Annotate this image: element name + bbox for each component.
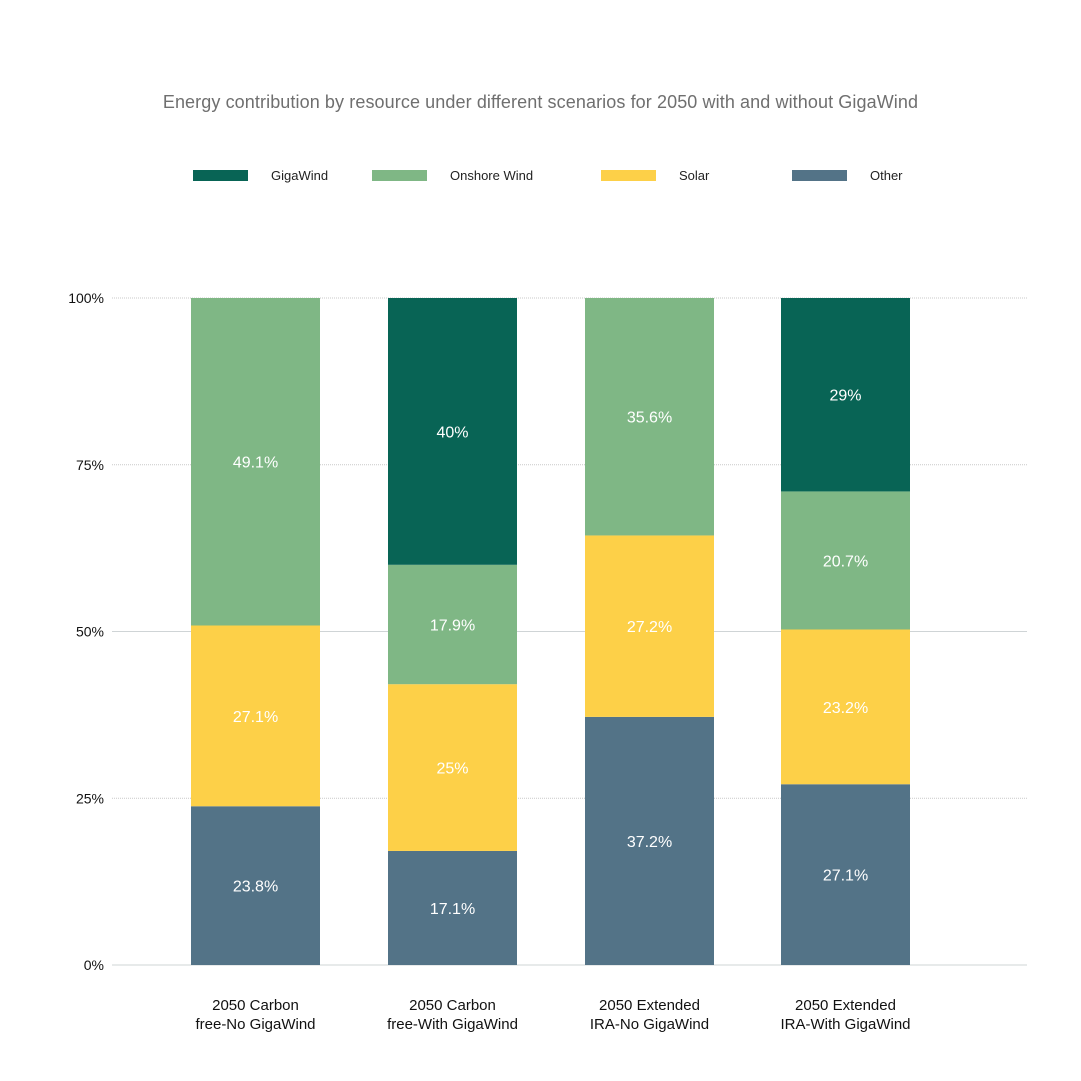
x-tick-label: 2050 Extended IRA-No GigaWind <box>550 996 750 1034</box>
data-label: 37.2% <box>627 834 672 851</box>
data-label: 25% <box>436 761 468 778</box>
data-label: 17.9% <box>430 617 475 634</box>
data-label: 29% <box>829 388 861 405</box>
x-tick-label-line: 2050 Carbon <box>409 997 496 1014</box>
data-label: 35.6% <box>627 410 672 427</box>
x-tick-label-line: 2050 Extended <box>599 997 700 1014</box>
data-label: 49.1% <box>233 455 278 472</box>
y-tick-label: 0% <box>84 957 104 973</box>
y-tick-label: 25% <box>76 790 104 806</box>
x-tick-label-line: free-No GigaWind <box>195 1016 316 1033</box>
data-label: 27.1% <box>823 868 868 885</box>
data-label: 23.2% <box>823 700 868 717</box>
x-tick-label: 2050 Carbon free-With GigaWind <box>353 996 553 1034</box>
y-tick-label: 75% <box>76 457 104 473</box>
data-label: 27.1% <box>233 709 278 726</box>
x-tick-label-line: IRA-No GigaWind <box>589 1016 710 1033</box>
y-tick-label: 100% <box>68 290 104 306</box>
x-tick-label: 2050 Extended IRA-With GigaWind <box>746 996 946 1034</box>
data-label: 23.8% <box>233 879 278 896</box>
data-label: 17.1% <box>430 901 475 918</box>
chart-plot-area: 0% 25% 50% 75% 100% 23.8% 27.1% 49.1% 17.1% 25% 17… <box>68 290 1027 973</box>
x-tick-label-line: IRA-With GigaWind <box>780 1016 911 1033</box>
data-label: 27.2% <box>627 619 672 636</box>
data-label: 40% <box>436 424 468 441</box>
data-label: 20.7% <box>823 553 868 570</box>
x-tick-label-line: 2050 Extended <box>795 997 896 1014</box>
y-tick-label: 50% <box>76 624 104 640</box>
x-tick-label: 2050 Carbon free-No GigaWind <box>156 996 356 1034</box>
x-tick-label-line: free-With GigaWind <box>387 1016 518 1033</box>
x-tick-label-line: 2050 Carbon <box>212 997 299 1014</box>
